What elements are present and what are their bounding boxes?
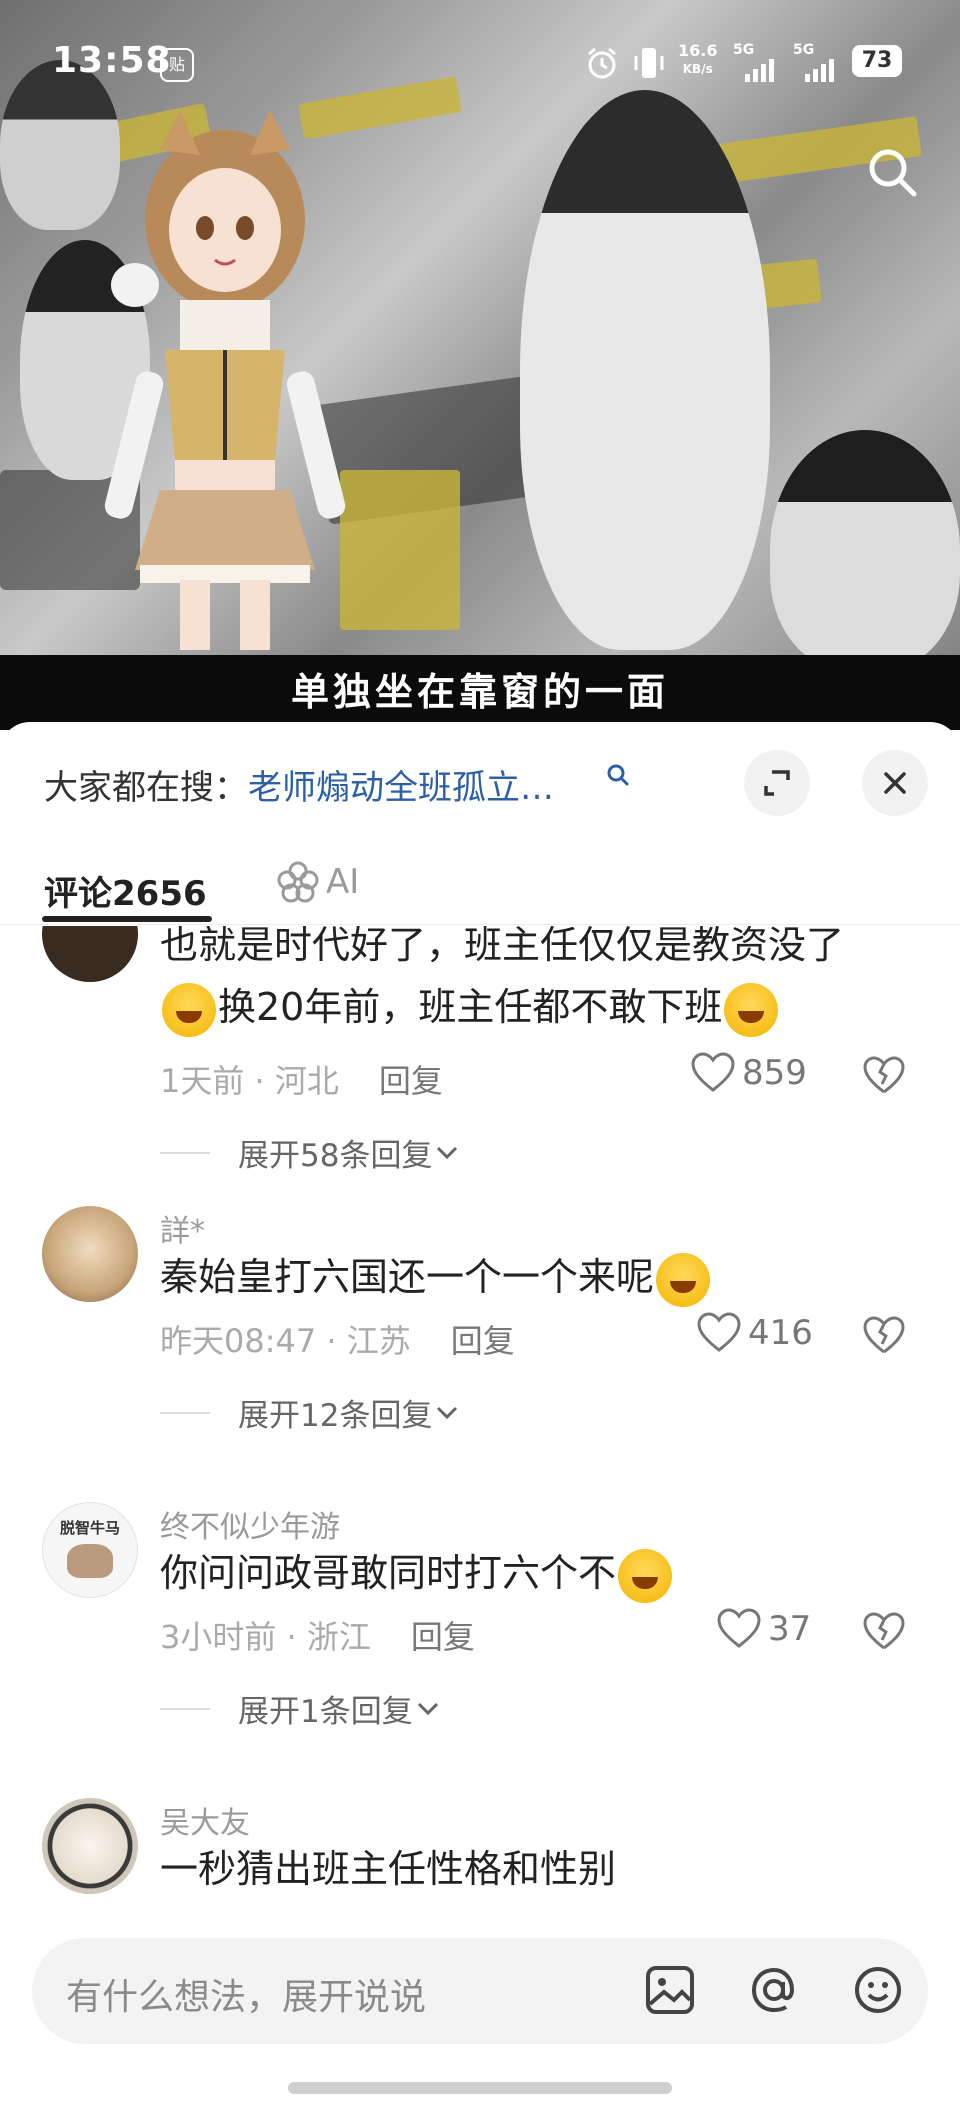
sim1-label: 5G (733, 42, 755, 58)
vtuber-avatar (104, 110, 346, 650)
heart-icon (717, 1608, 761, 1648)
comment-text-line2: 换20年前，班主任都不敢下班 (218, 985, 723, 1029)
comment-meta: 3小时前 · 浙江 回复 (160, 1612, 475, 1658)
avatar-text: 脱智牛马 (59, 1519, 120, 1537)
at-icon[interactable] (744, 1960, 804, 2020)
like-button[interactable]: 416 (696, 1312, 813, 1354)
notification-badge: 贴 (160, 48, 194, 82)
student-figure (770, 430, 960, 670)
like-count: 416 (748, 1313, 813, 1353)
chevron-down-icon (437, 1146, 458, 1159)
avatar-figure (67, 1544, 113, 1578)
divider-line (160, 1411, 210, 1414)
tab-ai-label: AI (326, 862, 360, 902)
comment-text-content: 你问问政哥敢同时打六个不 (160, 1551, 617, 1595)
like-button[interactable]: 859 (690, 1052, 807, 1094)
broken-heart-icon[interactable] (862, 1316, 906, 1356)
expand-replies-button[interactable]: 展开58条回复 (160, 1130, 462, 1175)
battery-indicator: 73 (852, 45, 902, 77)
chevron-down-icon (417, 1702, 438, 1715)
comment-text-content: 秦始皇打六国还一个一个来呢 (160, 1255, 655, 1299)
like-button[interactable]: 37 (716, 1608, 811, 1650)
expand-replies-button[interactable]: 展开1条回复 (160, 1686, 443, 1731)
divider-line (160, 1707, 210, 1710)
comment-text: 也就是时代好了，班主任仅仅是教资没了 换20年前，班主任都不敢下班 (160, 926, 900, 1038)
tab-comments-count: 2656 (112, 874, 207, 914)
status-bar: 13:58 贴 16.6 KB/s 5G 5G 73 (0, 40, 960, 100)
expand-replies-button[interactable]: 展开12条回复 (160, 1390, 462, 1435)
comment-meta: 1天前 · 河北 回复 (160, 1056, 443, 1102)
reply-button[interactable]: 回复 (411, 1618, 475, 1656)
search-suggestion[interactable]: 大家都在搜：老师煽动全班孤立… (44, 760, 554, 809)
emoji-icon[interactable] (848, 1960, 908, 2020)
signal-icon (745, 58, 774, 82)
broken-heart-icon[interactable] (862, 1612, 906, 1652)
alarm-icon (588, 47, 616, 79)
comment-input-placeholder[interactable]: 有什么想法，展开说说 (66, 1968, 426, 2020)
search-icon (607, 764, 629, 786)
home-indicator[interactable] (288, 2082, 672, 2094)
signal-icon (805, 58, 834, 82)
comment-username[interactable]: 终不似少年游 (160, 1502, 340, 1546)
comment-text-line: 也就是时代好了，班主任仅仅是教资没了 (160, 926, 845, 967)
video-subtitle: 单独坐在靠窗的一面 (0, 655, 960, 730)
tab-ai[interactable]: AI (276, 860, 359, 904)
net-speed: 16.6 KB/s (678, 42, 717, 78)
vibrate-icon (634, 48, 664, 78)
comment-text-line: 换20年前，班主任都不敢下班 (160, 976, 900, 1038)
heart-icon (697, 1312, 741, 1352)
search-suggestion-prefix: 大家都在搜： (44, 768, 248, 808)
reply-button[interactable]: 回复 (451, 1322, 515, 1360)
comment-sheet: 大家都在搜：老师煽动全班孤立… 评论2656 AI 也就是时代好了，班主任仅仅是… (0, 722, 960, 2112)
status-time: 13:58 (52, 40, 172, 81)
avatar[interactable] (42, 926, 138, 982)
net-speed-unit: KB/s (682, 62, 713, 76)
broken-heart-icon[interactable] (862, 1056, 906, 1096)
close-button[interactable] (862, 750, 928, 816)
avatar[interactable] (42, 1206, 138, 1302)
comment-time-location: 1天前 · 河北 (160, 1062, 339, 1100)
sim2-label: 5G (793, 42, 815, 58)
collapse-button[interactable] (744, 750, 810, 816)
tab-comments-label: 评论 (44, 874, 112, 914)
heart-icon (691, 1052, 735, 1092)
ai-flower-icon (277, 861, 319, 903)
expand-replies-label: 展开58条回复 (238, 1138, 433, 1174)
comment-username[interactable]: 吴大友 (160, 1798, 250, 1842)
close-icon (884, 772, 906, 794)
image-icon[interactable] (640, 1960, 700, 2020)
collapse-icon (764, 770, 790, 796)
like-count: 859 (742, 1053, 807, 1093)
search-suggestion-query[interactable]: 老师煽动全班孤立… (248, 768, 554, 808)
avatar[interactable]: 脱智牛马 (42, 1502, 138, 1598)
laugh-emoji (618, 1548, 673, 1603)
tab-active-indicator (42, 916, 212, 922)
comment-time-location: 3小时前 · 浙江 (160, 1618, 371, 1656)
video-player[interactable]: 13:58 贴 16.6 KB/s 5G 5G 73 单独坐在靠窗的一面 (0, 0, 960, 730)
laugh-cry-emoji (656, 1252, 711, 1307)
comment-list[interactable]: 也就是时代好了，班主任仅仅是教资没了 换20年前，班主任都不敢下班 1天前 · … (0, 926, 960, 1940)
laugh-cry-emoji (162, 982, 216, 1037)
student-figure (520, 90, 770, 650)
tab-comments[interactable]: 评论2656 (44, 866, 207, 915)
comment-meta: 昨天08:47 · 江苏 回复 (160, 1316, 515, 1362)
comment-tabs: 评论2656 AI (0, 842, 960, 925)
comment-username[interactable]: 詳* (160, 1206, 205, 1250)
avatar[interactable] (42, 1798, 138, 1894)
like-count: 37 (768, 1609, 812, 1649)
expand-replies-label: 展开1条回复 (238, 1694, 413, 1730)
comment-text: 你问问政哥敢同时打六个不 (160, 1542, 900, 1604)
comment-text: 一秒猜出班主任性格和性别 (160, 1847, 617, 1891)
divider-line (160, 1151, 210, 1154)
reply-button[interactable]: 回复 (379, 1062, 443, 1100)
comment-input-bar[interactable]: 有什么想法，展开说说 (32, 1938, 928, 2044)
search-icon[interactable] (864, 144, 920, 200)
comment-time-location: 昨天08:47 · 江苏 (160, 1322, 411, 1360)
laugh-cry-emoji (724, 982, 779, 1037)
expand-replies-label: 展开12条回复 (238, 1398, 433, 1434)
net-speed-value: 16.6 (678, 41, 718, 60)
chevron-down-icon (437, 1406, 458, 1419)
comment-text: 秦始皇打六国还一个一个来呢 (160, 1246, 900, 1308)
